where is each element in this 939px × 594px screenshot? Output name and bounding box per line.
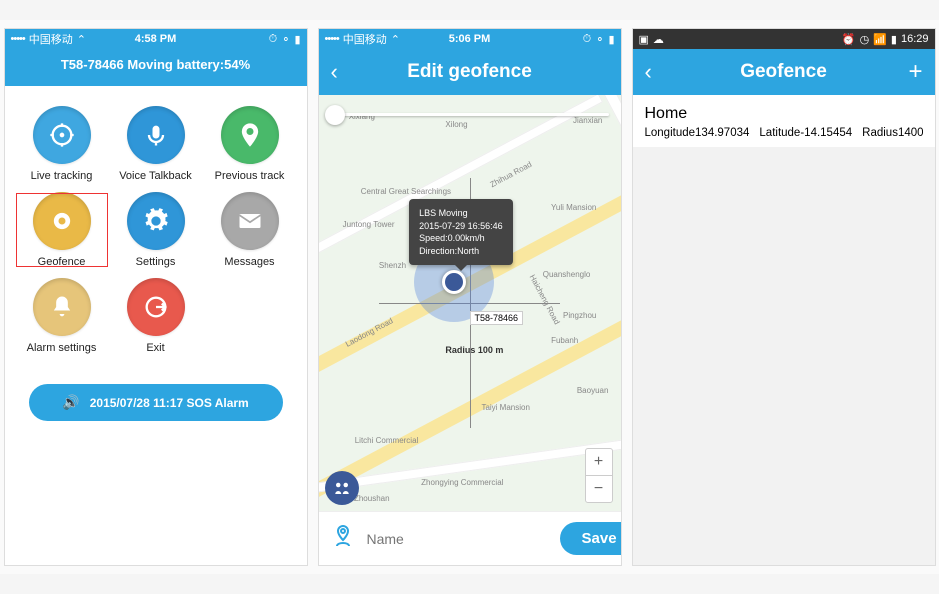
signal-icon: ••••• [11,33,25,45]
mic-icon [127,106,185,164]
screen-edit-geofence: ••••• 中国移动⌃ 5:06 PM ⏱⚬▮ ‹ Edit geofence … [318,28,622,566]
clock: 16:29 [901,33,929,45]
add-button[interactable]: + [908,58,922,86]
tile-exit[interactable]: Exit [109,278,203,354]
list-item[interactable]: Home Longitude134.97034 Latitude-14.1545… [633,95,935,147]
menu-grid: Live tracking Voice Talkback Previous tr… [5,86,307,364]
device-id-label: T58-78466 [470,311,524,325]
nav-title: Geofence [740,61,827,83]
eye-icon [33,192,91,250]
location-icon [221,106,279,164]
item-meta: Longitude134.97034 Latitude-14.15454 Rad… [645,127,923,139]
tile-voice-talkback[interactable]: Voice Talkback [109,106,203,182]
tile-settings[interactable]: Settings [109,192,203,268]
status-bar: ••••• 中国移动 ⌃ 4:58 PM ⏱⚬▮ [5,29,307,49]
tile-geofence[interactable]: Geofence [15,192,109,268]
tile-live-tracking[interactable]: Live tracking [15,106,109,182]
nav-bar: ‹ Edit geofence [319,49,621,95]
radius-slider[interactable] [331,113,609,116]
zoom-in-button[interactable]: + [586,449,612,476]
device-tooltip: LBS Moving 2015-07-29 16:56:46 Speed:0.0… [409,199,513,265]
back-button[interactable]: ‹ [331,59,338,85]
tile-alarm-settings[interactable]: Alarm settings [15,278,109,354]
footer-bar: Save [319,511,621,565]
item-title: Home [645,105,923,123]
speaker-icon: 🔊 [62,394,79,411]
radius-label: Radius 100 m [445,345,503,355]
geofence-list: Home Longitude134.97034 Latitude-14.1545… [633,95,935,565]
save-button[interactable]: Save [560,522,622,555]
tile-previous-track[interactable]: Previous track [203,106,297,182]
zoom-out-button[interactable]: − [586,476,612,502]
map[interactable]: Xixiang Xilong Jianxian Central Great Se… [319,95,621,511]
nav-bar: ‹ Geofence + [633,49,935,95]
mail-icon [221,192,279,250]
screen-home: ••••• 中国移动 ⌃ 4:58 PM ⏱⚬▮ T58-78466 Movin… [4,28,308,566]
device-pin-icon [442,270,466,294]
geofence-name-input[interactable] [365,530,550,548]
sos-text: 2015/07/28 11:17 SOS Alarm [90,396,249,410]
nav-title: Edit geofence [407,61,532,83]
map-people-icon[interactable] [325,471,359,505]
bell-icon [33,278,91,336]
status-bar: ▣☁ ⏰◷📶▮16:29 [633,29,935,49]
back-button[interactable]: ‹ [645,59,652,85]
person-pin-icon [331,524,355,553]
screen-geofence-list: ▣☁ ⏰◷📶▮16:29 ‹ Geofence + Home Longitude… [632,28,936,566]
page-title: T58-78466 Moving battery:54% [5,49,307,86]
slider-thumb[interactable] [325,105,345,125]
gear-icon [127,192,185,250]
zoom-control: + − [585,448,613,503]
target-icon [33,106,91,164]
exit-icon [127,278,185,336]
sos-alert[interactable]: 🔊 2015/07/28 11:17 SOS Alarm [29,384,283,421]
carrier-label: 中国移动 [29,31,73,47]
tile-messages[interactable]: Messages [203,192,297,268]
clock: 4:58 PM [135,33,177,45]
clock: 5:06 PM [449,33,491,45]
status-bar: ••••• 中国移动⌃ 5:06 PM ⏱⚬▮ [319,29,621,49]
